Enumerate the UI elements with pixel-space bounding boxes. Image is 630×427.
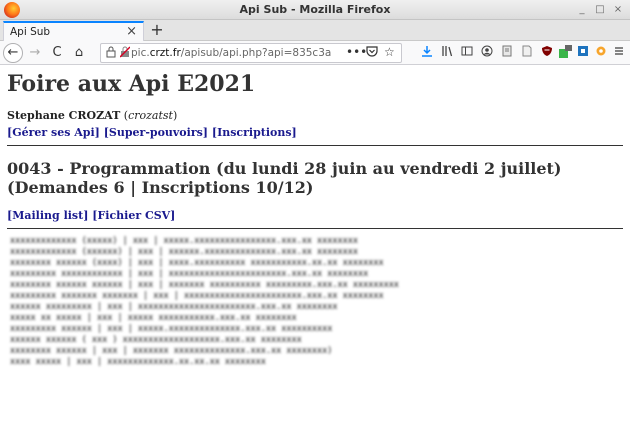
account-icon[interactable] (480, 45, 494, 61)
reload-button[interactable]: C (48, 44, 66, 62)
mailing-list-line: xxxxxx xxxxxx ( xxx ) xxxxxxxxxxxxxxxxxx… (10, 335, 302, 345)
divider (7, 228, 623, 229)
library-icon[interactable] (440, 45, 454, 61)
downloads-icon[interactable] (420, 45, 434, 61)
url-domain: crzt.fr (149, 47, 181, 59)
green-extension-icon[interactable] (558, 45, 572, 61)
url-path: /apisub/api.php?api=835c3aee-a! (180, 47, 331, 59)
api-heading: 0043 - Programmation (du lundi 28 juin a… (7, 159, 562, 197)
api-links: [Mailing list] [Fichier CSV] (7, 209, 175, 222)
extension-doc-icon[interactable] (520, 45, 534, 61)
mailing-list-line: xxxxx xx xxxxx | xxx | xxxxx xxxxxxxxxxx… (10, 313, 297, 323)
window-controls: _ □ × (574, 2, 626, 17)
orange-extension-icon[interactable] (594, 45, 608, 61)
mailing-list-line: xxxxxxxxx xxxxxxxxxxxx | xxx | xxxxxxxxx… (10, 269, 369, 279)
tab-api-sub[interactable]: Api Sub × (3, 21, 144, 41)
close-window-button[interactable]: × (610, 2, 626, 17)
author-login: crozatst (128, 109, 173, 122)
window-title: Api Sub - Mozilla Firefox (239, 3, 391, 16)
mailing-list-line: xxxx xxxxx | xxx | xxxxxxxxxxxxx.xx.xx.x… (10, 357, 266, 367)
divider (7, 145, 623, 146)
mailing-list-line: xxxxxxxxx xxxxxxx xxxxxxx | xxx | xxxxxx… (10, 291, 384, 301)
sidebar-icon[interactable] (460, 45, 474, 61)
mailing-list-line: xxxxxxxx xxxxxx xxxxxx | xxx | xxxxxxx x… (10, 280, 399, 290)
back-button[interactable]: ← (3, 43, 23, 63)
site-info-icon[interactable] (106, 46, 116, 61)
tab-strip: Api Sub × + (0, 20, 630, 41)
url-text[interactable]: pic.crzt.fr/apisub/api.php?api=835c3aee-… (131, 47, 331, 59)
tab-close-icon[interactable]: × (126, 24, 137, 39)
forward-button[interactable]: → (26, 44, 44, 62)
pocket-icon[interactable] (366, 46, 378, 60)
top-links: [Gérer ses Api] [Super-pouvoirs] [Inscri… (7, 126, 297, 139)
manage-apis-link[interactable]: [Gérer ses Api] (7, 126, 100, 139)
author-line: Stephane CROZAT (crozatst) (7, 109, 178, 122)
insecure-lock-icon[interactable] (119, 46, 131, 61)
url-prefix: pic. (131, 47, 150, 59)
window-titlebar: Api Sub - Mozilla Firefox _ □ × (0, 0, 630, 20)
mailing-list-blurred: xxxxxxxxxxxxx (xxxxx) | xxx | xxxxx.xxxx… (10, 236, 399, 368)
maximize-button[interactable]: □ (592, 2, 608, 17)
new-tab-button[interactable]: + (148, 20, 166, 39)
registrations-link[interactable]: [Inscriptions] (212, 126, 297, 139)
bookmark-star-icon[interactable]: ☆ (384, 45, 395, 59)
page-content: Foire aux Api E2021 Stephane CROZAT (cro… (0, 66, 630, 427)
home-button[interactable]: ⌂ (70, 44, 88, 62)
blue-extension-icon[interactable] (576, 45, 590, 61)
super-powers-link[interactable]: [Super-pouvoirs] (104, 126, 208, 139)
navigation-toolbar: ← → C ⌂ pic.crzt.fr/apisub/api.php?api=8… (0, 41, 630, 65)
reader-icon[interactable] (500, 45, 514, 61)
page-actions-icon[interactable]: ••• (346, 45, 367, 59)
menu-icon[interactable] (612, 45, 626, 61)
mailing-list-line: xxxxxxxx xxxxxx (xxxx) | xxx | xxxx.xxxx… (10, 258, 384, 268)
minimize-button[interactable]: _ (574, 2, 590, 17)
tab-label: Api Sub (10, 26, 51, 38)
mailing-list-line: xxxxxxxxxxxxx (xxxxx) | xxx | xxxxx.xxxx… (10, 236, 358, 246)
mailing-list-link[interactable]: [Mailing list] (7, 209, 88, 222)
url-bar[interactable]: pic.crzt.fr/apisub/api.php?api=835c3aee-… (100, 43, 402, 63)
mailing-list-line: xxxxxx xxxxxxxxx | xxx | xxxxxxxxxxxxxxx… (10, 302, 338, 312)
ublock-shield-icon[interactable] (540, 45, 554, 61)
mailing-list-line: xxxxxxxxx xxxxxx | xxx | xxxxx.xxxxxxxxx… (10, 324, 333, 334)
page-title: Foire aux Api E2021 (7, 71, 256, 97)
mailing-list-line: xxxxxxxxxxxxx (xxxxxx) | xxx | xxxxxx.xx… (10, 247, 358, 257)
author-name: Stephane CROZAT (7, 109, 121, 122)
mailing-list-line: xxxxxxxx xxxxxx | xxx | xxxxxxx xxxxxxxx… (10, 346, 333, 356)
csv-file-link[interactable]: [Fichier CSV] (92, 209, 175, 222)
